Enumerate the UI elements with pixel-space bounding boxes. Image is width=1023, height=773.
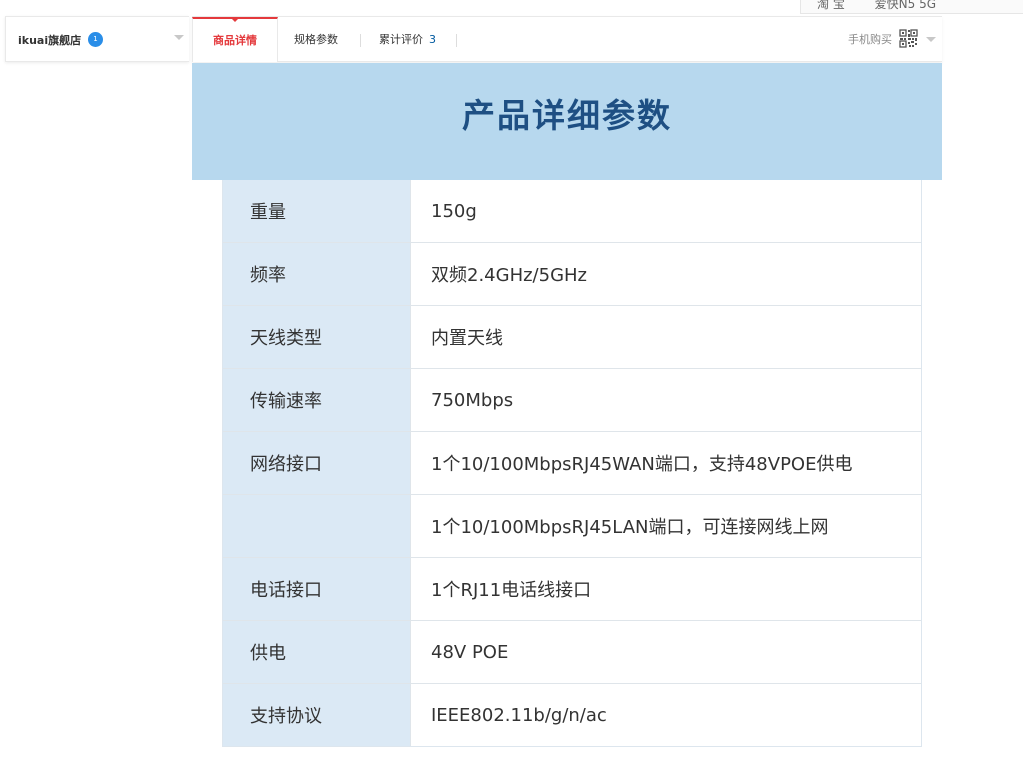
tab-reviews[interactable]: 累计评价 3 <box>379 17 436 62</box>
top-floating-fragment: 淘 宝 爱快N5 5G <box>800 0 1023 14</box>
spec-label: 电话接口 <box>223 558 411 620</box>
table-row: 支持协议 IEEE802.11b/g/n/ac <box>223 683 921 746</box>
spec-value: 150g <box>411 180 921 242</box>
spec-value: 双频2.4GHz/5GHz <box>411 243 921 305</box>
table-row: 网络接口 1个10/100MbpsRJ45WAN端口，支持48VPOE供电 <box>223 431 921 494</box>
spec-label: 天线类型 <box>223 306 411 368</box>
banner: 产品详细参数 <box>192 63 942 180</box>
mobile-buy-label[interactable]: 手机购买 <box>848 17 892 62</box>
tab-specifications[interactable]: 规格参数 <box>294 17 338 62</box>
spec-label: 传输速率 <box>223 369 411 431</box>
tab-product-details[interactable]: 商品详情 <box>192 17 278 62</box>
table-row: 供电 48V POE <box>223 620 921 683</box>
spec-label: 支持协议 <box>223 684 411 746</box>
spec-value: 1个RJ11电话线接口 <box>411 558 921 620</box>
chevron-down-icon[interactable] <box>174 35 184 40</box>
tab-divider <box>456 34 457 47</box>
banner-title: 产品详细参数 <box>462 96 672 135</box>
spec-label: 频率 <box>223 243 411 305</box>
spec-label: 重量 <box>223 180 411 242</box>
table-row: 传输速率 750Mbps <box>223 368 921 431</box>
tab-label: 商品详情 <box>213 34 257 47</box>
spec-value: 48V POE <box>411 621 921 683</box>
table-row: 1个10/100MbpsRJ45LAN端口，可连接网线上网 <box>223 494 921 557</box>
tab-label: 规格参数 <box>294 33 338 46</box>
table-row: 重量 150g <box>223 180 921 242</box>
spec-value: 1个10/100MbpsRJ45WAN端口，支持48VPOE供电 <box>411 432 921 494</box>
chevron-down-icon[interactable] <box>926 37 936 42</box>
spec-label: 网络接口 <box>223 432 411 494</box>
spec-value: 1个10/100MbpsRJ45LAN端口，可连接网线上网 <box>411 495 921 557</box>
detail-tab-bar: 商品详情 规格参数 累计评价 3 手机购买 <box>192 16 942 62</box>
store-name[interactable]: ikuai旗舰店 <box>18 32 81 48</box>
store-badge-icon: 1 <box>88 32 103 47</box>
spec-table: 重量 150g 频率 双频2.4GHz/5GHz 天线类型 内置天线 传输速率 … <box>222 180 922 747</box>
spec-value: 内置天线 <box>411 306 921 368</box>
tab-divider <box>360 34 361 47</box>
fragment-right-text: 爱快N5 5G <box>874 0 937 11</box>
table-row: 电话接口 1个RJ11电话线接口 <box>223 557 921 620</box>
table-row: 频率 双频2.4GHz/5GHz <box>223 242 921 305</box>
store-box[interactable]: ikuai旗舰店 1 <box>5 16 189 62</box>
tab-label: 累计评价 <box>379 33 423 46</box>
spec-label: 供电 <box>223 621 411 683</box>
fragment-left-text: 淘 宝 <box>817 0 845 11</box>
spec-label <box>223 495 411 557</box>
spec-value: IEEE802.11b/g/n/ac <box>411 684 921 746</box>
review-count: 3 <box>429 33 436 46</box>
table-row: 天线类型 内置天线 <box>223 305 921 368</box>
spec-value: 750Mbps <box>411 369 921 431</box>
qr-code-icon[interactable] <box>899 29 918 48</box>
